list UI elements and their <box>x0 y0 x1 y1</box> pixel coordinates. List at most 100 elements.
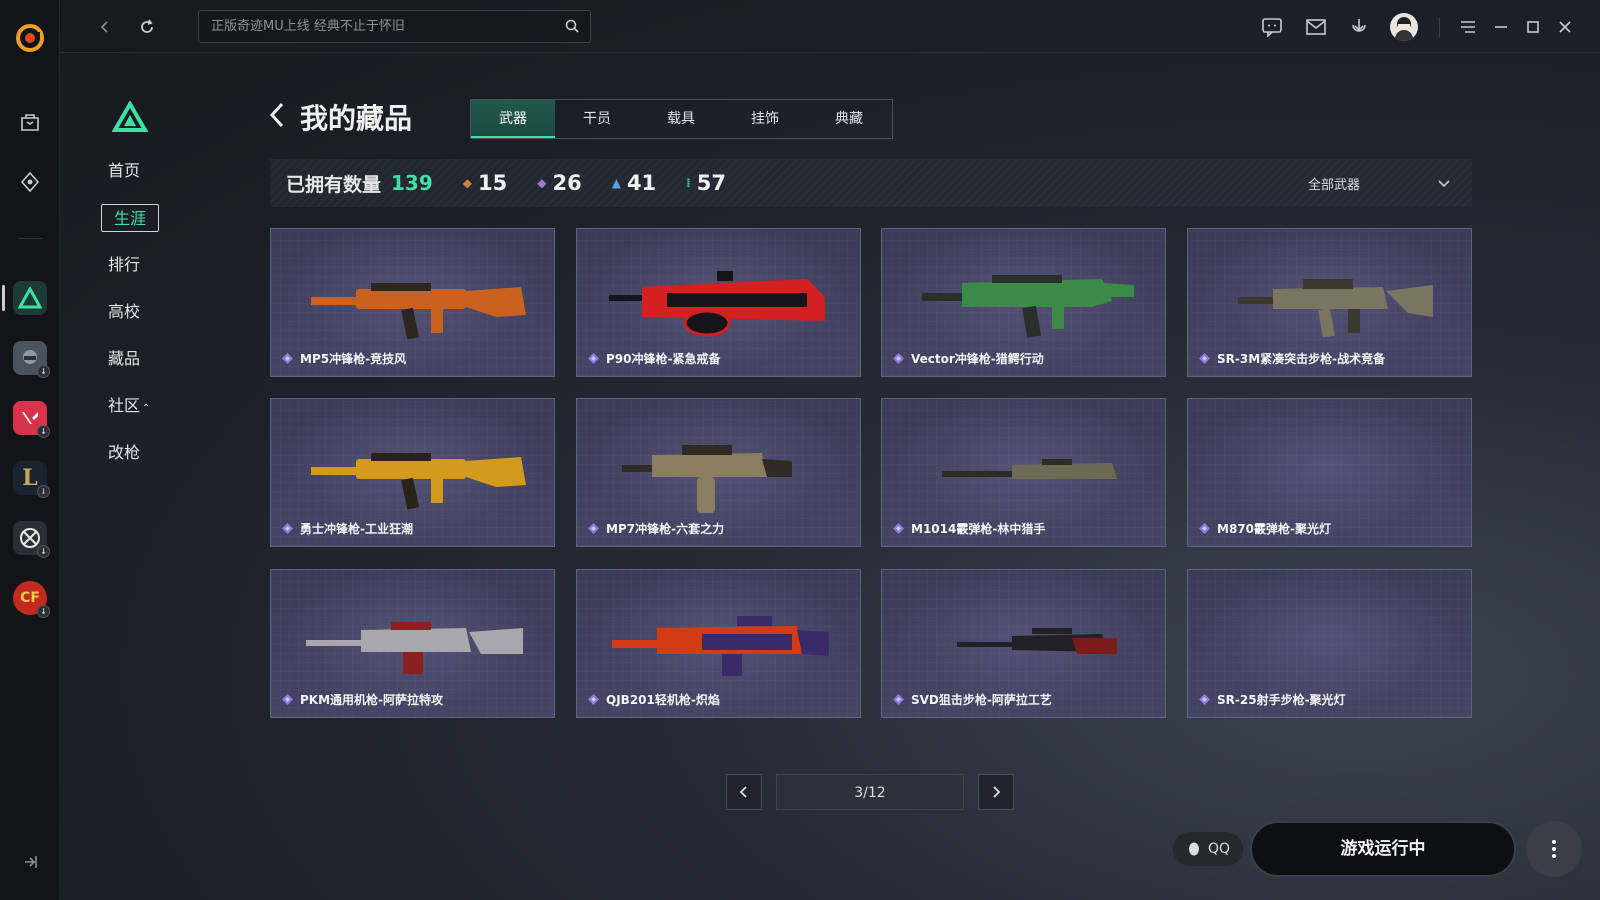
weapon-image <box>622 445 792 513</box>
rarity-gem-icon <box>282 353 293 364</box>
back-icon[interactable] <box>268 101 286 133</box>
tier-value: 57 <box>696 171 726 195</box>
search-input[interactable] <box>211 11 551 42</box>
weapon-card[interactable]: SR-25射手步枪-聚光灯 <box>1187 569 1472 718</box>
weapon-name: 勇士冲锋枪-工业狂潮 <box>300 522 413 536</box>
weapon-image <box>957 628 1117 654</box>
category-tabs: 武器 干员 载具 挂饰 典藏 <box>470 99 893 139</box>
weapon-name-row: PKM通用机枪-阿萨拉特攻 <box>282 691 443 708</box>
nav-community[interactable]: 社区 ⌃ <box>108 392 150 420</box>
page-indicator: 3/12 <box>776 774 964 810</box>
qq-button[interactable]: QQ <box>1173 832 1243 866</box>
delta-force-game-icon[interactable] <box>12 280 48 316</box>
collapse-sidebar-icon[interactable] <box>20 852 40 872</box>
rail-divider <box>18 238 42 239</box>
tab-treasures[interactable]: 典藏 <box>807 100 891 138</box>
valorant-game-icon[interactable]: ↓ <box>12 400 50 438</box>
crossfire-game-icon[interactable]: CF ↓ <box>12 580 50 618</box>
weapon-grid: MP5冲锋枪-竞技风 P90冲锋枪-紧急戒备 Vector冲锋枪-猎鳄行动 SR… <box>270 228 1472 720</box>
weapon-card[interactable]: M870霰弹枪-聚光灯 <box>1187 398 1472 547</box>
search-icon[interactable] <box>565 19 580 38</box>
chat-icon[interactable] <box>1259 14 1285 40</box>
weapon-name: M1014霰弹枪-林中猎手 <box>911 522 1046 536</box>
mail-icon[interactable] <box>1303 14 1329 40</box>
game-running-button[interactable]: 游戏运行中 <box>1250 821 1516 877</box>
weapon-card[interactable]: P90冲锋枪-紧急戒备 <box>576 228 861 377</box>
weapon-name: MP7冲锋枪-六套之力 <box>606 522 725 536</box>
rarity-gem-icon <box>588 523 599 534</box>
owned-stats-bar: 已拥有数量 139 ◆ 15 ◆ 26 ▲ 41 ⁞ 57 全部武器 <box>270 159 1472 207</box>
rarity-gem-icon <box>893 353 904 364</box>
weapon-name-row: QJB201轻机枪-炽焰 <box>588 691 720 708</box>
weapon-image <box>612 616 829 676</box>
weapon-name: PKM通用机枪-阿萨拉特攻 <box>300 693 444 707</box>
nav-college[interactable]: 高校 <box>108 298 178 326</box>
store-icon[interactable] <box>12 104 48 140</box>
weapon-card[interactable]: MP7冲锋枪-六套之力 <box>576 398 861 547</box>
weapon-card[interactable]: PKM通用机枪-阿萨拉特攻 <box>270 569 555 718</box>
download-badge-icon: ↓ <box>37 425 50 438</box>
weapon-name-row: MP5冲锋枪-竞技风 <box>282 350 406 367</box>
close-icon[interactable] <box>1552 14 1578 40</box>
weapon-image <box>311 453 526 510</box>
nav-community-label: 社区 <box>108 396 141 415</box>
weapon-card[interactable]: QJB201轻机枪-炽焰 <box>576 569 861 718</box>
weapon-name-row: Vector冲锋枪-猎鳄行动 <box>893 350 1044 367</box>
owned-total: 139 <box>391 171 433 195</box>
pubg-game-icon[interactable]: ↓ <box>12 340 50 378</box>
weapon-card[interactable]: SVD狙击步枪-阿萨拉工艺 <box>881 569 1166 718</box>
discover-icon[interactable] <box>12 164 48 200</box>
refresh-icon[interactable] <box>134 14 160 40</box>
download-manager-icon[interactable] <box>1346 14 1372 40</box>
rail-active-indicator <box>2 285 5 311</box>
league-game-icon[interactable]: L ↓ <box>12 460 50 498</box>
blue-chevron-icon: ▲ <box>611 176 621 190</box>
minimize-icon[interactable] <box>1488 14 1514 40</box>
rarity-gem-icon <box>893 523 904 534</box>
tier-count-purple: ◆ 26 <box>537 171 581 195</box>
weapon-name: P90冲锋枪-紧急戒备 <box>606 352 721 366</box>
nav-career[interactable]: 生涯 <box>101 204 159 232</box>
weapon-name-row: M870霰弹枪-聚光灯 <box>1199 520 1331 537</box>
topbar-divider <box>1439 17 1440 37</box>
tier-value: 26 <box>552 171 582 195</box>
download-badge-icon: ↓ <box>37 485 50 498</box>
more-options-icon[interactable] <box>1526 821 1582 877</box>
green-dots-icon: ⁞ <box>686 176 691 190</box>
tab-operators[interactable]: 干员 <box>555 100 639 138</box>
weapon-name: SR-3M紧凑突击步枪-战术竞备 <box>1217 352 1386 366</box>
tab-weapons[interactable]: 武器 <box>471 100 555 138</box>
weapon-card[interactable]: Vector冲锋枪-猎鳄行动 <box>881 228 1166 377</box>
download-badge-icon: ↓ <box>37 605 50 618</box>
nav-home[interactable]: 首页 <box>108 157 178 185</box>
menu-icon[interactable] <box>1455 14 1481 40</box>
page-header: 我的藏品 <box>268 96 412 138</box>
app-logo[interactable] <box>14 22 46 54</box>
weapon-name-row: M1014霰弹枪-林中猎手 <box>893 520 1045 537</box>
tab-charms[interactable]: 挂饰 <box>723 100 807 138</box>
maximize-icon[interactable] <box>1520 14 1546 40</box>
back-arrow-icon[interactable] <box>92 14 118 40</box>
weapon-name-row: P90冲锋枪-紧急戒备 <box>588 350 720 367</box>
nav-ranking[interactable]: 排行 <box>108 251 178 279</box>
weapon-name-row: SR-25射手步枪-聚光灯 <box>1199 691 1346 708</box>
purple-diamond-icon: ◆ <box>537 176 547 190</box>
apex-game-icon[interactable]: ↓ <box>12 520 50 558</box>
owned-label: 已拥有数量 <box>286 173 382 196</box>
weapon-filter-dropdown[interactable]: 全部武器 <box>1308 159 1450 207</box>
weapon-card[interactable]: MP5冲锋枪-竞技风 <box>270 228 555 377</box>
weapon-card[interactable]: M1014霰弹枪-林中猎手 <box>881 398 1166 547</box>
weapon-card[interactable]: 勇士冲锋枪-工业狂潮 <box>270 398 555 547</box>
next-page-button[interactable] <box>978 774 1014 810</box>
nav-gunsmith[interactable]: 改枪 <box>108 439 178 467</box>
tab-vehicles[interactable]: 载具 <box>639 100 723 138</box>
weapon-name-row: SR-3M紧凑突击步枪-战术竞备 <box>1199 350 1385 367</box>
app-rail: ↓ ↓ L ↓ ↓ CF ↓ <box>0 0 60 900</box>
tier-value: 15 <box>478 171 508 195</box>
search-bar <box>198 10 591 43</box>
prev-page-button[interactable] <box>726 774 762 810</box>
weapon-name: SR-25射手步枪-聚光灯 <box>1217 693 1346 707</box>
nav-collection[interactable]: 藏品 <box>108 345 178 373</box>
weapon-card[interactable]: SR-3M紧凑突击步枪-战术竞备 <box>1187 228 1472 377</box>
user-avatar[interactable] <box>1390 13 1418 41</box>
